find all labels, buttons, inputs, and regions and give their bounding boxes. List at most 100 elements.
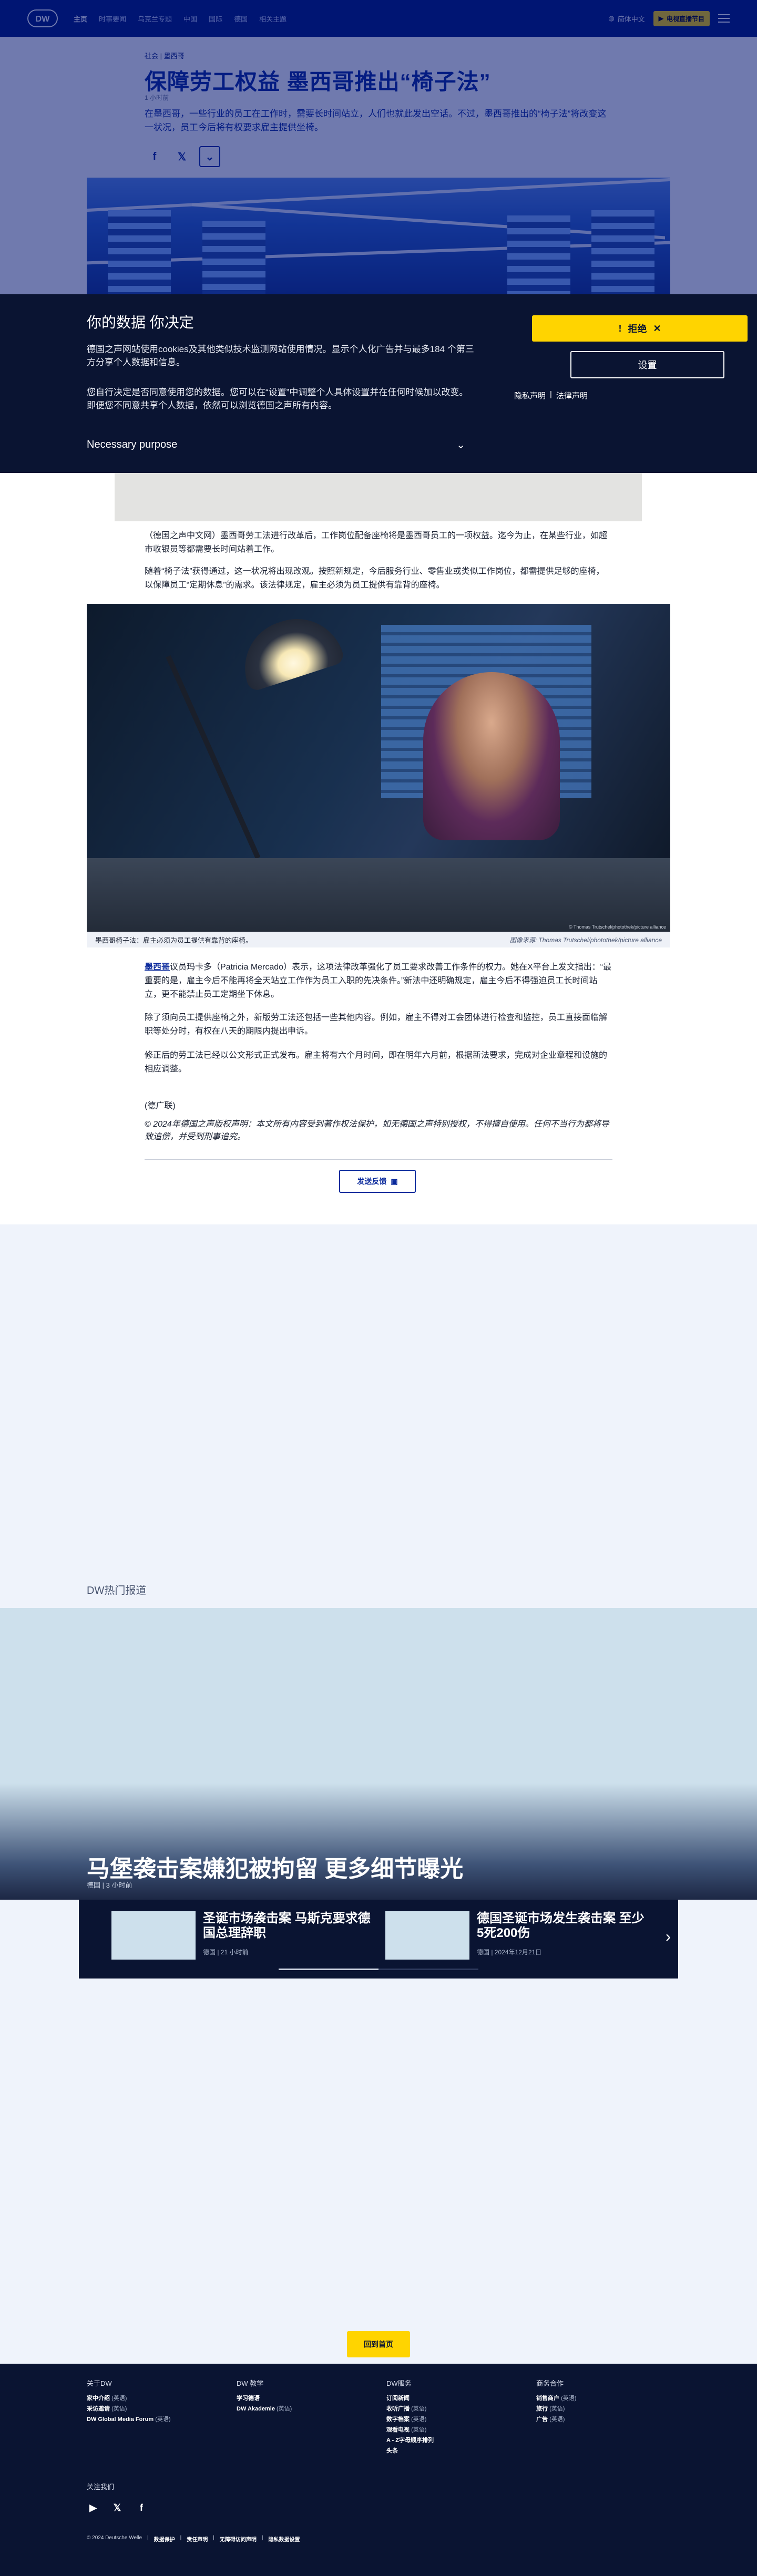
play-icon: ▶	[658, 15, 663, 22]
breadcrumb-section[interactable]: 社会	[145, 52, 158, 60]
paragraph-text: 议员玛卡多（Patricia Mercado）表示，这项法律改革强化了员工要求改…	[145, 963, 612, 999]
youtube-icon[interactable]: ▶	[87, 2501, 99, 2514]
page-title: 保障劳工权益 墨西哥推出“椅子法”	[145, 69, 491, 94]
privacy-settings-link[interactable]: 隐私数据设置	[268, 2535, 300, 2543]
carousel-card[interactable]: 德国圣诞市场发生袭击案 至少5死200伤 德国 | 2024年12月21日	[385, 1911, 653, 1964]
photo-inner-credit: © Thomas Trutschel/photothek/picture all…	[568, 924, 666, 930]
privacy-link[interactable]: 隐私声明	[514, 390, 546, 401]
footer-link[interactable]: 广告 (英语)	[536, 2414, 576, 2425]
footer-link[interactable]: 采访邀请 (英语)	[87, 2404, 171, 2414]
footer-copyright: © 2024 Deutsche Welle	[87, 2535, 142, 2541]
language-button[interactable]: ◍ 简体中文	[608, 14, 645, 24]
footer-heading: 商务合作	[536, 2379, 564, 2387]
live-tv-label: 电视直播节目	[666, 15, 704, 23]
feedback-button[interactable]: 发送反馈 ▣	[339, 1170, 416, 1193]
footer-link[interactable]: A - Z字母顺序排列	[386, 2435, 434, 2446]
facebook-icon[interactable]: f	[145, 147, 165, 167]
footer-link[interactable]: 头条	[386, 2446, 434, 2456]
article-photo: © Thomas Trutschel/photothek/picture all…	[87, 604, 670, 932]
paragraph: 除了须向员工提供座椅之外，新版劳工法还包括一些其他内容。例如，雇主不得对工会团体…	[145, 1013, 608, 1036]
breadcrumb-separator: |	[160, 52, 164, 60]
nav-topics[interactable]: 相关主题	[259, 14, 287, 24]
nav-germany[interactable]: 德国	[234, 14, 248, 24]
top-navigation: 主页 时事要闻 乌克兰专题 中国 国际 德国 相关主题	[74, 14, 287, 24]
card-thumbnail	[385, 1911, 469, 1960]
top-bar: DW 主页 时事要闻 乌克兰专题 中国 国际 德国 相关主题 ◍ 简体中文 ▶ …	[0, 0, 757, 37]
facebook-icon[interactable]: f	[135, 2501, 148, 2514]
hamburger-menu-icon[interactable]	[718, 14, 730, 23]
nav-home[interactable]: 主页	[74, 14, 87, 24]
feedback-icon: ▣	[391, 1177, 398, 1186]
footer-link[interactable]: DW Akademie (英语)	[237, 2404, 292, 2414]
article-header: 社会 | 墨西哥 保障劳工权益 墨西哥推出“椅子法” 1 小时前 在墨西哥，一些…	[0, 37, 757, 294]
article-body: （德国之声中文网）墨西哥劳工法进行改革后，工作岗位配备座椅将是墨西哥员工的一项权…	[0, 473, 757, 1224]
consent-text-1: 德国之声网站使用cookies及其他类似技术监测网站使用情况。显示个人化广告并与…	[87, 344, 474, 367]
necessary-purpose-toggle[interactable]: Necessary purpose ⌄	[87, 438, 465, 451]
consent-legal-links: 隐私声明 | 法律声明	[514, 390, 588, 401]
mexico-link[interactable]: 墨西哥	[145, 963, 170, 972]
signature: (德广联)	[145, 1101, 176, 1110]
nav-ukraine[interactable]: 乌克兰专题	[138, 14, 172, 24]
footer-link[interactable]: DW Global Media Forum (英语)	[87, 2414, 171, 2425]
paragraph: 修正后的劳工法已经以公文形式正式发布。雇主将有六个月时间，即在明年六月前，根据新…	[145, 1051, 608, 1074]
footer-legal-links: © 2024 Deutsche Welle | 数据保护 | 责任声明 | 无障…	[87, 2535, 300, 2543]
person-figure	[423, 672, 560, 840]
publish-date: 1 小时前	[145, 94, 169, 101]
breadcrumb-region[interactable]: 墨西哥	[164, 52, 185, 60]
legal-separator: |	[550, 390, 552, 399]
card-thumbnail	[111, 1911, 196, 1960]
nav-china[interactable]: 中国	[183, 14, 197, 24]
data-protection-link[interactable]: 数据保护	[154, 2535, 175, 2543]
paragraph: 墨西哥议员玛卡多（Patricia Mercado）表示，这项法律改革强化了员工…	[145, 961, 612, 1002]
back-to-home-button[interactable]: 回到首页	[347, 2331, 410, 2357]
featured-meta: 德国 | 3 小时前	[87, 1881, 132, 1889]
settings-button[interactable]: 设置	[570, 351, 724, 378]
globe-icon: ◍	[608, 14, 615, 22]
reject-button[interactable]: ! 拒绝 ✕	[532, 315, 748, 342]
footer-link[interactable]: 家中介绍 (英语)	[87, 2393, 171, 2404]
divider	[145, 1159, 612, 1160]
social-links: ▶ 𝕏 f	[87, 2501, 148, 2514]
carousel-card[interactable]: 圣诞市场袭击案 马斯克要求德国总理辞职 德国 | 21 小时前	[111, 1911, 380, 1964]
photo-credit: 图像来源: Thomas Trutschel/photothek/picture…	[509, 936, 662, 944]
article-lead: 在墨西哥，一些行业的员工在工作时，需要长时间站立，人们也就此发出空话。不过，墨西…	[145, 109, 607, 132]
footer-link[interactable]: 旅行 (英语)	[536, 2404, 576, 2414]
follow-label: 关注我们	[87, 2483, 115, 2491]
copyright-notice: © 2024年德国之声版权声明：本文所有内容受到著作权法保护，如无德国之声特别授…	[145, 1120, 609, 1141]
featured-title[interactable]: 马堡袭击案嫌犯被拘留 更多细节曝光	[87, 1850, 463, 1883]
featured-story[interactable]: 马堡袭击案嫌犯被拘留 更多细节曝光 德国 | 3 小时前	[0, 1608, 757, 1900]
hero-image	[87, 178, 670, 294]
nav-world[interactable]: 国际	[209, 14, 222, 24]
x-twitter-icon[interactable]: 𝕏	[111, 2501, 124, 2514]
legal-link[interactable]: 法律声明	[556, 390, 588, 401]
consent-title: 你的数据 你决定	[87, 314, 194, 331]
footer-link[interactable]: 收听广播 (英语)	[386, 2404, 434, 2414]
svg-text:DW: DW	[36, 15, 50, 24]
footer-link[interactable]: 销售商户 (英语)	[536, 2393, 576, 2404]
accessibility-link[interactable]: 无障碍访问声明	[220, 2535, 257, 2543]
footer-column: DW服务 订阅新闻 收听广播 (英语) 数字档案 (英语) 观看电视 (英语) …	[386, 2378, 434, 2456]
paragraph: 随着“椅子法”获得通过，这一状况将出现改观。按照新规定，今后服务行业、零售业或类…	[145, 567, 605, 590]
live-tv-button[interactable]: ▶ 电视直播节目	[653, 11, 710, 26]
disclaimer-link[interactable]: 责任声明	[187, 2535, 208, 2543]
card-meta: 德国 | 21 小时前	[203, 1949, 249, 1956]
footer-link[interactable]: 观看电视 (英语)	[386, 2425, 434, 2435]
footer-heading: DW 教学	[237, 2379, 264, 2387]
footer-heading: 关于DW	[87, 2379, 112, 2387]
more-share-chevron-icon[interactable]: ⌄	[199, 146, 220, 167]
card-title: 德国圣诞市场发生袭击案 至少5死200伤	[477, 1911, 645, 1940]
footer-link[interactable]: 学习德语	[237, 2393, 292, 2404]
breadcrumb: 社会 | 墨西哥	[145, 50, 185, 60]
nav-news[interactable]: 时事要闻	[99, 14, 126, 24]
dw-logo[interactable]: DW	[27, 8, 59, 28]
footer-heading: DW服务	[386, 2379, 412, 2387]
carousel-progress[interactable]	[279, 1969, 478, 1970]
footer-link[interactable]: 订阅新闻	[386, 2393, 434, 2404]
chevron-right-icon[interactable]: ›	[666, 1928, 671, 1946]
card-meta: 德国 | 2024年12月21日	[477, 1949, 542, 1956]
card-title: 圣诞市场袭击案 马斯克要求德国总理辞职	[203, 1911, 371, 1940]
x-twitter-icon[interactable]: 𝕏	[172, 147, 192, 167]
footer-link[interactable]: 数字档案 (英语)	[386, 2414, 434, 2425]
chevron-down-icon: ⌄	[456, 439, 465, 451]
reject-label: 拒绝	[628, 324, 647, 334]
